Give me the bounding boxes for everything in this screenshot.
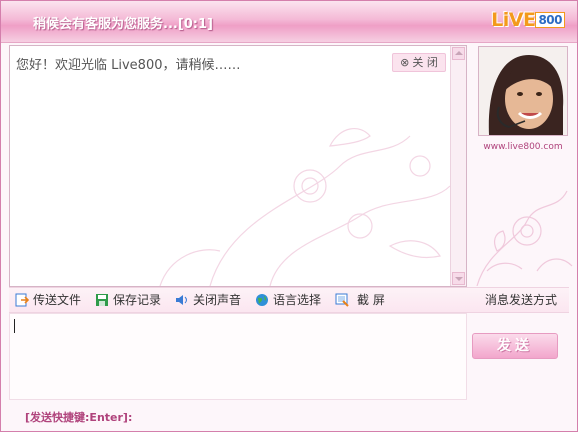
chat-scrollbar[interactable] (450, 46, 466, 286)
floral-background-art (159, 128, 451, 286)
send-mode-menu[interactable]: 消息发送方式 (485, 292, 557, 308)
agent-photo (479, 47, 567, 135)
scroll-down-arrow[interactable] (452, 272, 465, 285)
chat-toolbar: 传送文件 保存记录 关闭声音 语言选择 截 屏 消息发送方式 (9, 287, 569, 313)
close-chat-button[interactable]: ⊗ 关 闭 (392, 53, 446, 72)
language-select-button[interactable]: 语言选择 (255, 292, 321, 308)
agent-avatar (478, 46, 568, 136)
save-record-icon (96, 294, 108, 306)
welcome-message: 您好！欢迎光临 Live800，请稍候…… (16, 58, 241, 73)
send-file-button[interactable]: 传送文件 (15, 292, 81, 308)
site-link[interactable]: www.live800.com (471, 142, 575, 152)
globe-icon (256, 294, 268, 306)
sound-icon (176, 295, 187, 305)
circle-x-icon: ⊗ (400, 56, 410, 69)
screenshot-icon (335, 293, 349, 307)
window-title: 稍候会有客服为您服务...[0:1] (33, 17, 213, 32)
mute-sound-button[interactable]: 关闭声音 (175, 292, 241, 308)
message-input[interactable] (9, 313, 467, 400)
scroll-up-arrow[interactable] (452, 47, 465, 60)
screenshot-button[interactable]: 截 屏 (335, 292, 385, 308)
close-chat-label: 关 闭 (412, 56, 438, 69)
send-shortcut-hint: [发送快捷键:Enter]: (25, 411, 133, 424)
live800-logo: LiVE 800 (491, 9, 565, 31)
chat-history[interactable]: 您好！欢迎光临 Live800，请稍候…… ⊗ 关 闭 (9, 45, 467, 287)
sidebar-floral-art (476, 190, 573, 286)
text-caret (14, 319, 15, 333)
title-bar: 稍候会有客服为您服务...[0:1] LiVE 800 (1, 1, 577, 43)
chat-window: 稍候会有客服为您服务...[0:1] LiVE 800 您好！欢迎光临 Live8… (0, 0, 578, 432)
send-file-icon (15, 293, 29, 307)
send-button[interactable]: 发送 (472, 333, 558, 359)
save-record-button[interactable]: 保存记录 (95, 292, 161, 308)
